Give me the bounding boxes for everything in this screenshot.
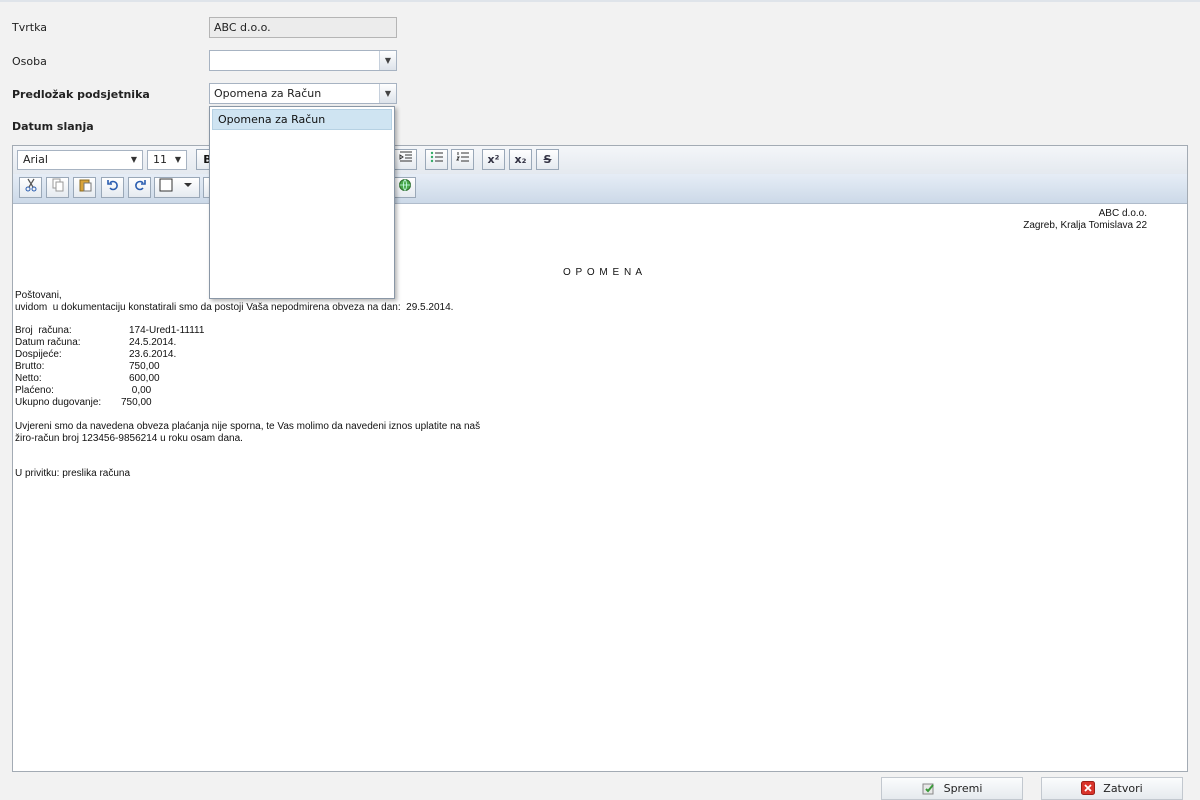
field-label: Broj računa: [15, 325, 72, 336]
font-family-value: Arial [23, 153, 48, 166]
save-button[interactable]: Spremi [881, 777, 1023, 800]
intro-text: uvidom u dokumentaciju konstatirali smo … [15, 302, 454, 313]
scissors-icon [25, 178, 36, 192]
redo-button[interactable] [128, 177, 151, 198]
toolbar-row-1: Arial ▼ 11 ▼ B x² x₂ S [13, 146, 1187, 174]
copy-button[interactable] [46, 177, 69, 198]
indent-button[interactable] [394, 149, 417, 170]
field-value: 0,00 [129, 385, 152, 396]
field-label: Dospijeće: [15, 349, 62, 360]
font-size-value: 11 [153, 153, 167, 166]
field-label: Plaćeno: [15, 385, 54, 396]
chevron-down-icon: ▼ [174, 155, 181, 164]
copy-icon [52, 178, 63, 192]
sender-address: Zagreb, Kralja Tomislava 22 [1023, 220, 1147, 231]
greeting: Poštovani, [15, 290, 62, 301]
field-value: 24.5.2014. [129, 337, 177, 348]
attachment-note: U privitku: preslika računa [15, 468, 131, 479]
redo-icon [134, 180, 146, 191]
field-label: Ukupno dugovanje: [15, 397, 102, 408]
rich-text-editor: Arial ▼ 11 ▼ B x² x₂ S ABC d.o.o. Zagreb… [12, 145, 1188, 772]
body-text-line: žiro-račun broj 123456-9856214 u roku os… [15, 433, 243, 444]
field-label: Brutto: [15, 361, 45, 372]
chevron-down-icon[interactable]: ▼ [379, 51, 396, 70]
chevron-down-icon[interactable]: ▼ [379, 84, 396, 103]
save-icon [922, 783, 934, 795]
company-field: ABC d.o.o. [209, 17, 397, 38]
save-button-label: Spremi [943, 782, 983, 795]
field-value: 600,00 [129, 373, 160, 384]
field-value: 174-Ured1-11111 [129, 325, 205, 336]
bullet-list-button[interactable] [425, 149, 448, 170]
border-box-icon [159, 178, 192, 192]
numbered-list-icon [455, 152, 469, 162]
cut-button[interactable] [19, 177, 42, 198]
template-dropdown-list: Opomena za Račun [209, 106, 395, 299]
template-select[interactable]: Opomena za Račun ▼ [209, 83, 397, 104]
indent-icon [399, 151, 412, 162]
globe-link-icon [398, 179, 411, 191]
template-select-value: Opomena za Račun [214, 87, 322, 100]
field-value: 750,00 [129, 361, 160, 372]
close-icon [1081, 781, 1096, 795]
font-size-select[interactable]: 11 ▼ [147, 150, 187, 170]
close-button-label: Zatvori [1103, 782, 1143, 795]
document-title: O P O M E N A [563, 267, 644, 278]
dropdown-option[interactable]: Opomena za Račun [212, 109, 392, 130]
field-value: 23.6.2014. [129, 349, 177, 360]
field-value: 750,00 [121, 397, 152, 408]
person-select[interactable]: ▼ [209, 50, 397, 71]
bullet-list-icon [430, 151, 443, 163]
border-select-button[interactable] [154, 177, 200, 198]
numbered-list-button[interactable] [451, 149, 474, 170]
editor-content[interactable]: ABC d.o.o. Zagreb, Kralja Tomislava 22 O… [15, 208, 1185, 768]
person-label: Osoba [12, 55, 47, 68]
strikethrough-button[interactable]: S [536, 149, 559, 170]
paste-button[interactable] [73, 177, 96, 198]
superscript-button[interactable]: x² [482, 149, 505, 170]
company-label: Tvrtka [12, 21, 47, 34]
template-label: Predložak podsjetnika [12, 88, 150, 101]
font-family-select[interactable]: Arial ▼ [17, 150, 143, 170]
send-date-label: Datum slanja [12, 120, 94, 133]
field-label: Netto: [15, 373, 42, 384]
body-text-line: Uvjereni smo da navedena obveza plaćanja… [15, 421, 481, 432]
sender-name: ABC d.o.o. [1098, 208, 1147, 219]
insert-link-button[interactable] [393, 177, 416, 198]
chevron-down-icon: ▼ [130, 155, 137, 164]
top-border [0, 0, 1200, 2]
undo-button[interactable] [101, 177, 124, 198]
field-label: Datum računa: [15, 337, 81, 348]
toolbar-row-2 [13, 174, 1187, 204]
paste-icon [79, 179, 91, 192]
close-button[interactable]: Zatvori [1041, 777, 1183, 800]
subscript-button[interactable]: x₂ [509, 149, 532, 170]
undo-icon [106, 180, 118, 191]
